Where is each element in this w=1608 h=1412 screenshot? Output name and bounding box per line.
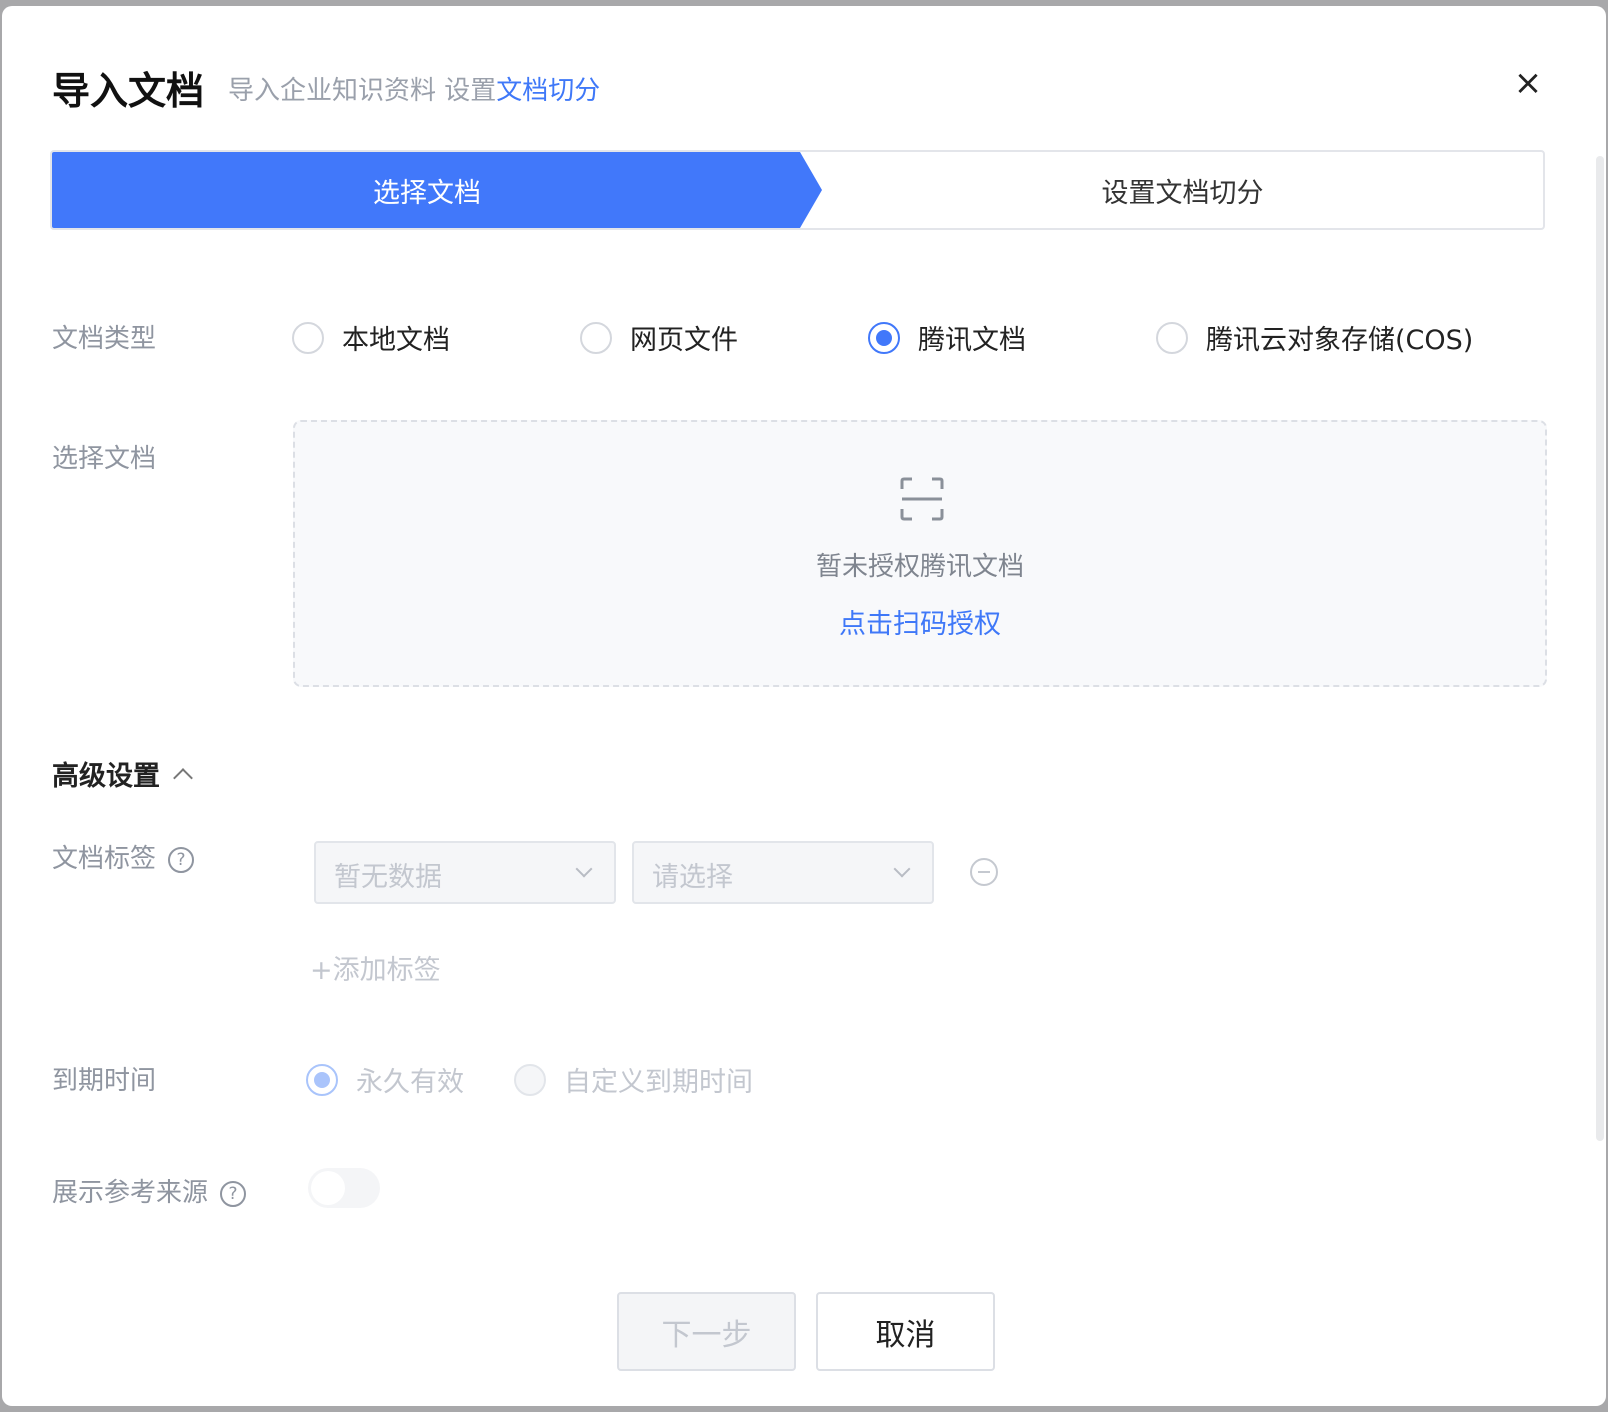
- subtitle-text: 导入企业知识资料 设置: [228, 76, 497, 106]
- radio-label: 自定义到期时间: [564, 1067, 753, 1098]
- step-set-splitting: 设置文档切分: [1101, 177, 1264, 209]
- steps-bar: 选择文档 设置文档切分: [50, 150, 1545, 230]
- select-placeholder: 请选择: [652, 862, 733, 893]
- radio-circle-checked: [868, 321, 900, 354]
- chevron-down-icon: [893, 860, 911, 878]
- tag-value-select[interactable]: 请选择: [632, 841, 934, 904]
- radio-custom-expiry[interactable]: 自定义到期时间: [514, 1060, 753, 1099]
- radio-circle: [514, 1063, 546, 1096]
- dialog-subtitle: 导入企业知识资料 设置文档切分: [228, 70, 600, 107]
- show-source-toggle[interactable]: [308, 1168, 380, 1208]
- import-document-dialog: 导入文档 导入企业知识资料 设置文档切分 × 选择文档 设置文档切分 文档类型 …: [2, 6, 1606, 1406]
- select-doc-label: 选择文档: [52, 444, 157, 474]
- radio-tencent-doc[interactable]: 腾讯文档: [868, 318, 1026, 357]
- scrollbar[interactable]: [1596, 156, 1604, 1141]
- radio-permanent[interactable]: 永久有效: [306, 1060, 464, 1099]
- tags-label-text: 文档标签: [52, 844, 157, 874]
- show-source-label-text: 展示参考来源: [52, 1178, 209, 1208]
- subtitle-link[interactable]: 文档切分: [496, 76, 600, 106]
- help-icon[interactable]: ?: [168, 846, 195, 873]
- scan-authorize-link[interactable]: 点击扫码授权: [295, 602, 1545, 641]
- radio-label: 本地文档: [342, 325, 450, 356]
- radio-circle: [1156, 321, 1188, 354]
- document-dropzone: 暂未授权腾讯文档 点击扫码授权: [293, 420, 1547, 687]
- add-tag-link[interactable]: +添加标签: [310, 948, 441, 987]
- radio-circle-checked: [306, 1063, 338, 1096]
- dialog-title: 导入文档: [52, 69, 205, 113]
- expiry-label: 到期时间: [52, 1066, 157, 1096]
- radio-circle: [580, 321, 612, 354]
- radio-circle: [292, 321, 324, 354]
- tags-label: 文档标签?: [52, 838, 195, 875]
- radio-cos[interactable]: 腾讯云对象存储(COS): [1156, 318, 1473, 357]
- chevron-down-icon: [575, 860, 593, 878]
- select-placeholder: 暂无数据: [334, 862, 442, 893]
- remove-tag-icon[interactable]: [970, 858, 998, 886]
- radio-label: 永久有效: [356, 1067, 464, 1098]
- tag-key-select[interactable]: 暂无数据: [314, 841, 616, 904]
- doc-type-label: 文档类型: [52, 324, 157, 354]
- radio-web-file[interactable]: 网页文件: [580, 318, 738, 357]
- scan-icon: [900, 477, 944, 521]
- radio-label: 腾讯文档: [918, 325, 1026, 356]
- advanced-settings-toggle[interactable]: 高级设置: [52, 754, 193, 793]
- radio-label: 腾讯云对象存储(COS): [1206, 325, 1474, 356]
- step-select-document: 选择文档: [52, 152, 822, 228]
- chevron-up-icon: [173, 767, 193, 788]
- close-icon[interactable]: ×: [1512, 66, 1544, 100]
- radio-label: 网页文件: [630, 325, 738, 356]
- cancel-button[interactable]: 取消: [816, 1292, 995, 1371]
- next-button[interactable]: 下一步: [617, 1292, 796, 1371]
- radio-local-doc[interactable]: 本地文档: [292, 318, 450, 357]
- advanced-title: 高级设置: [52, 761, 160, 792]
- unauthorized-text: 暂未授权腾讯文档: [815, 552, 1024, 582]
- show-source-label: 展示参考来源?: [52, 1172, 247, 1209]
- help-icon[interactable]: ?: [220, 1180, 247, 1207]
